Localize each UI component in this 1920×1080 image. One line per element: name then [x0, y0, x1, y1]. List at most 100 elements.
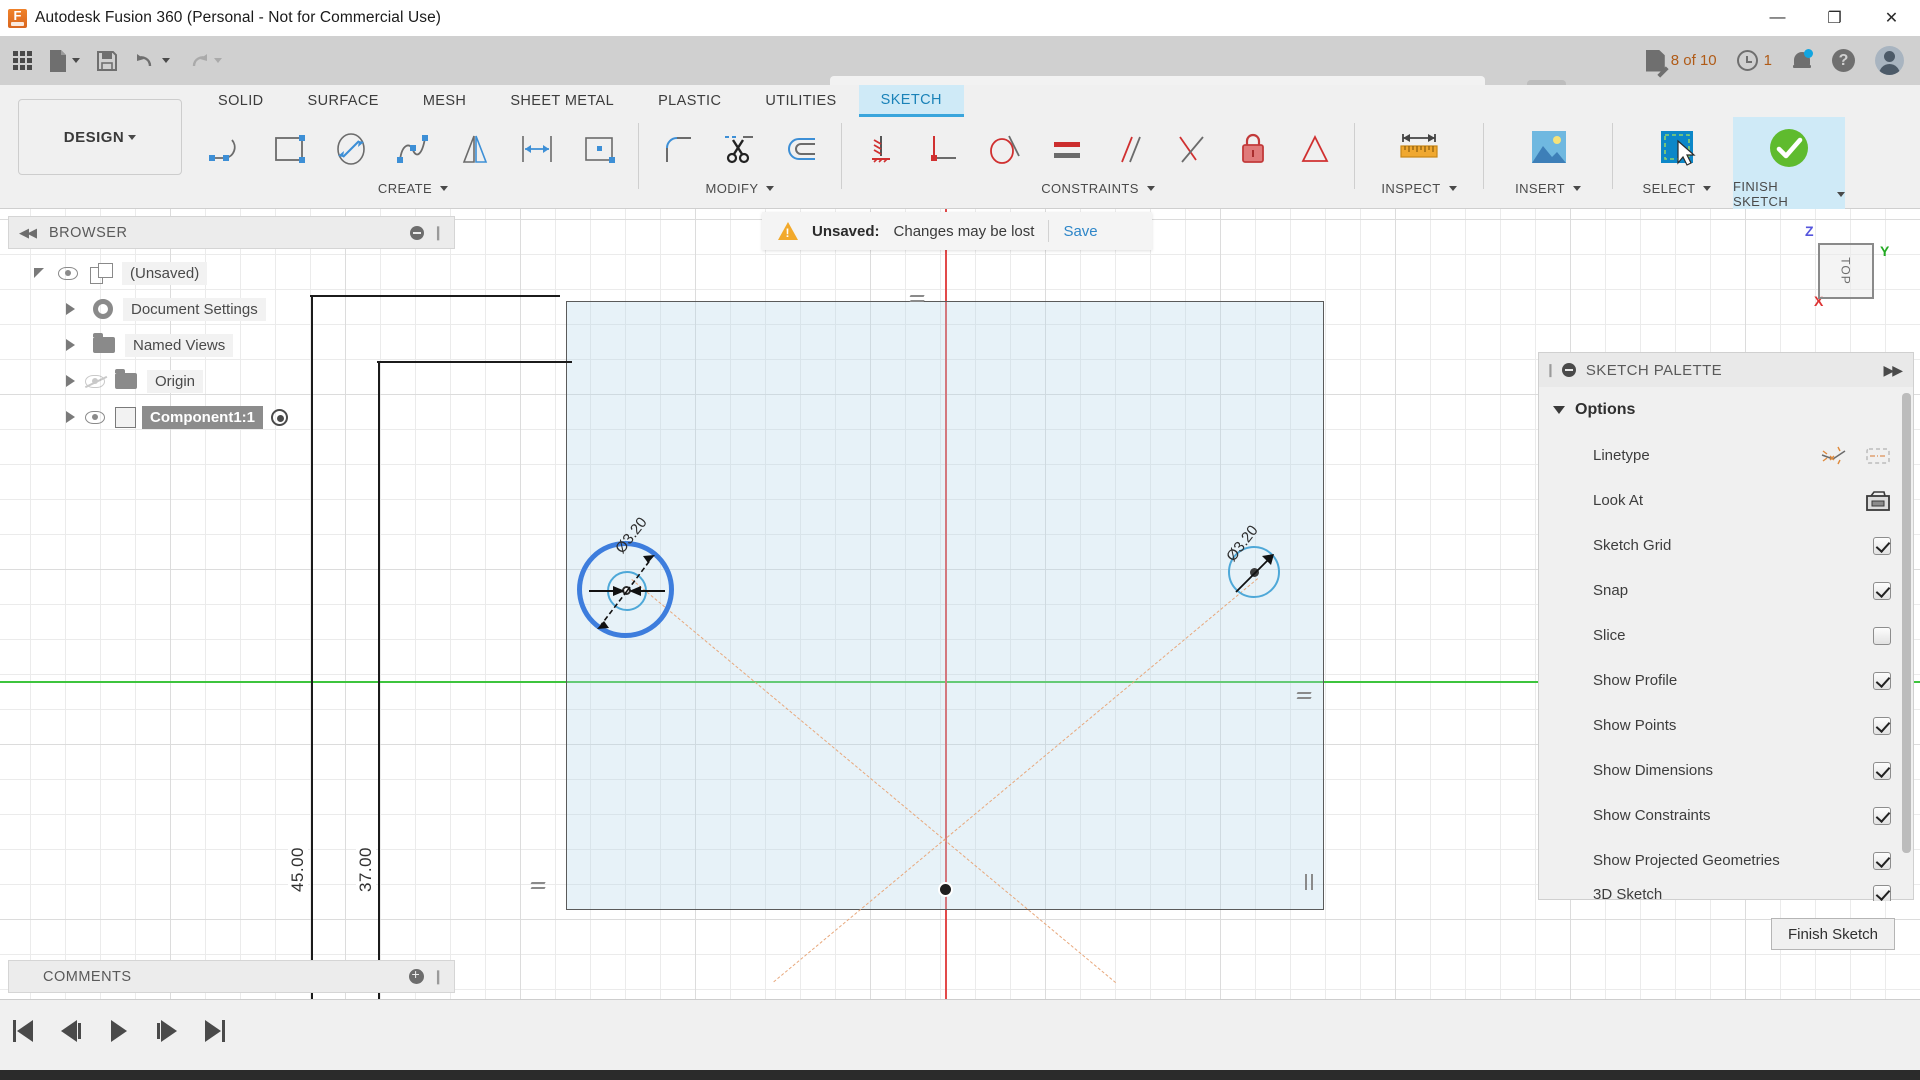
account-button[interactable]	[1867, 43, 1912, 79]
save-icon[interactable]	[89, 41, 125, 81]
finish-sketch-button[interactable]: Finish Sketch	[1771, 918, 1895, 950]
equal-constraint-icon[interactable]	[1036, 119, 1098, 179]
tab-sheet-metal[interactable]: SHEET METAL	[488, 85, 636, 117]
browser-item-component1[interactable]: Component1:1	[8, 399, 455, 435]
show-dimensions-checkbox[interactable]	[1873, 761, 1891, 780]
fillet-tool-icon[interactable]	[647, 119, 709, 179]
expand-triangle-icon[interactable]	[66, 411, 75, 423]
ribbon-group-label-select[interactable]: SELECT	[1643, 181, 1712, 196]
3d-sketch-checkbox[interactable]	[1873, 885, 1891, 901]
expand-triangle-icon[interactable]	[66, 339, 75, 351]
view-cube-face[interactable]: TOP	[1818, 243, 1874, 299]
workspace-switcher[interactable]: DESIGN	[18, 99, 182, 175]
browser-item-document-settings[interactable]: Document Settings	[8, 291, 455, 327]
horizontal-vertical-constraint-icon[interactable]	[850, 119, 912, 179]
tab-plastic[interactable]: PLASTIC	[636, 85, 743, 117]
slice-checkbox[interactable]	[1873, 626, 1891, 645]
tab-surface[interactable]: SURFACE	[286, 85, 401, 117]
tab-solid[interactable]: SOLID	[196, 85, 286, 117]
sketch-origin-point[interactable]	[938, 882, 953, 897]
ribbon-group-label-inspect[interactable]: INSPECT	[1381, 181, 1457, 196]
mirror-tool-icon[interactable]	[444, 119, 506, 179]
show-projected-geometries-checkbox[interactable]	[1873, 851, 1891, 870]
spline-tool-icon[interactable]	[382, 119, 444, 179]
browser-item-unsaved[interactable]: (Unsaved)	[8, 255, 455, 291]
activate-component-icon[interactable]	[271, 408, 288, 426]
close-window-button[interactable]: ✕	[1863, 0, 1920, 36]
expand-triangle-icon[interactable]	[34, 268, 44, 278]
rectangle-tool-icon[interactable]	[258, 119, 320, 179]
new-file-icon[interactable]	[41, 41, 87, 81]
tab-mesh[interactable]: MESH	[401, 85, 489, 117]
ribbon-group-inspect[interactable]: INSPECT	[1363, 117, 1475, 209]
linear-pattern-icon[interactable]	[506, 119, 568, 179]
sketch-grid-checkbox[interactable]	[1873, 536, 1891, 555]
line-tool-icon[interactable]	[196, 119, 258, 179]
snap-checkbox[interactable]	[1873, 581, 1891, 600]
ribbon-group-select[interactable]: SELECT	[1621, 117, 1733, 209]
visibility-eye-off-icon[interactable]	[85, 374, 105, 388]
linetype-centerline-icon[interactable]	[1865, 446, 1891, 466]
browser-item-named-views[interactable]: Named Views	[8, 327, 455, 363]
go-to-beginning-icon[interactable]	[8, 1016, 38, 1046]
play-icon[interactable]	[104, 1016, 134, 1046]
linetype-construction-icon[interactable]	[1821, 445, 1847, 467]
dimension-45-label[interactable]: 45.00	[288, 845, 308, 895]
expand-triangle-icon[interactable]	[66, 375, 75, 387]
step-forward-icon[interactable]	[152, 1016, 182, 1046]
tab-utilities[interactable]: UTILITIES	[743, 85, 858, 117]
app-grid-icon[interactable]	[6, 41, 39, 81]
help-button[interactable]: ?	[1824, 43, 1863, 79]
notifications-button[interactable]	[1784, 43, 1820, 79]
ribbon-group-label-create[interactable]: CREATE	[378, 181, 449, 196]
ribbon-group-label-constraints[interactable]: CONSTRAINTS	[1041, 181, 1155, 196]
add-comment-icon[interactable]	[409, 966, 424, 984]
look-at-icon[interactable]	[1865, 490, 1891, 512]
ribbon-group-label-finish-sketch[interactable]: FINISH SKETCH	[1733, 179, 1845, 209]
symmetry-constraint-icon[interactable]	[1284, 119, 1346, 179]
offset-tool-icon[interactable]	[771, 119, 833, 179]
save-link[interactable]: Save	[1063, 223, 1097, 240]
redo-icon[interactable]	[179, 41, 229, 81]
go-to-end-icon[interactable]	[200, 1016, 230, 1046]
parallel-constraint-icon[interactable]	[1098, 119, 1160, 179]
expand-right-icon[interactable]: ▶▶	[1883, 362, 1902, 379]
jobs-status[interactable]: 8 of 10	[1638, 43, 1725, 79]
collapse-left-icon[interactable]: ◀◀	[19, 225, 37, 241]
undo-icon[interactable]	[127, 41, 177, 81]
grip-icon[interactable]: ❙	[432, 968, 444, 985]
rectangular-pattern-icon[interactable]	[568, 119, 630, 179]
dimension-37-label[interactable]: 37.00	[356, 845, 376, 895]
grip-icon[interactable]: ❙	[432, 224, 444, 241]
grip-icon[interactable]: ❙	[1545, 362, 1556, 378]
fix-constraint-icon[interactable]	[1222, 119, 1284, 179]
browser-item-origin[interactable]: Origin	[8, 363, 455, 399]
options-section-header[interactable]: Options	[1539, 387, 1913, 433]
tangent-constraint-icon[interactable]	[974, 119, 1036, 179]
expand-triangle-icon[interactable]	[66, 303, 75, 315]
tab-sketch[interactable]: SKETCH	[858, 85, 964, 117]
visibility-eye-icon[interactable]	[85, 410, 105, 424]
sketch-profile-rectangle[interactable]	[566, 301, 1324, 910]
ribbon-group-label-modify[interactable]: MODIFY	[706, 181, 775, 196]
show-profile-checkbox[interactable]	[1873, 671, 1891, 690]
show-points-checkbox[interactable]	[1873, 716, 1891, 735]
browser-item-label: Component1:1	[142, 405, 263, 429]
finish-sketch-ribbon-button[interactable]: FINISH SKETCH	[1733, 117, 1845, 209]
view-cube[interactable]: Z Y X TOP	[1788, 221, 1898, 321]
ribbon-group-insert[interactable]: INSERT	[1492, 117, 1604, 209]
circle-tool-icon[interactable]	[320, 119, 382, 179]
minimize-icon[interactable]	[1561, 363, 1576, 377]
show-constraints-checkbox[interactable]	[1873, 806, 1891, 825]
minimize-window-button[interactable]: —	[1749, 0, 1806, 36]
visibility-eye-icon[interactable]	[58, 266, 78, 280]
coincident-constraint-icon[interactable]	[912, 119, 974, 179]
perpendicular-constraint-icon[interactable]	[1160, 119, 1222, 179]
minimize-icon[interactable]	[410, 225, 424, 240]
ribbon-group-label-insert[interactable]: INSERT	[1515, 181, 1581, 196]
trim-tool-icon[interactable]	[709, 119, 771, 179]
maximize-window-button[interactable]: ❐	[1806, 0, 1863, 36]
history-status[interactable]: 1	[1729, 43, 1780, 79]
sketch-palette-scrollbar[interactable]	[1902, 393, 1911, 853]
step-back-icon[interactable]	[56, 1016, 86, 1046]
